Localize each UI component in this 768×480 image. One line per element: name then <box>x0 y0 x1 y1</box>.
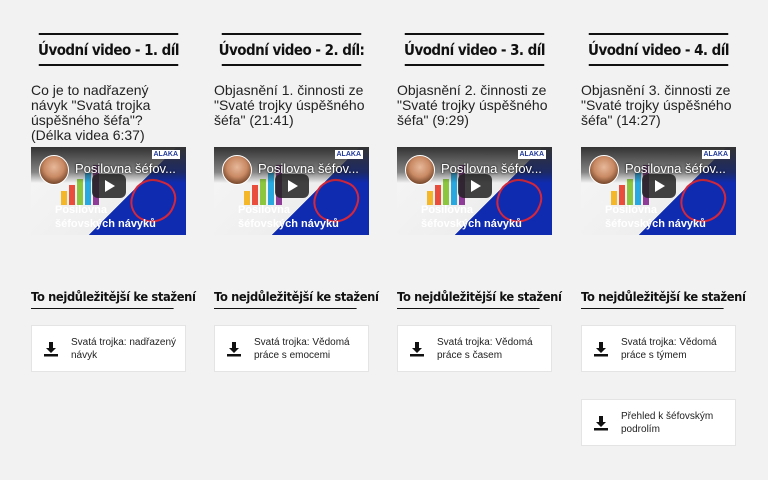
column-title: Úvodní video - 3. díl <box>404 33 546 66</box>
video-title[interactable]: Posilovna šéfov... <box>75 161 176 176</box>
column-title: Úvodní video - 2. díl: <box>219 33 365 66</box>
download-icon <box>410 341 424 356</box>
channel-avatar[interactable] <box>589 155 619 185</box>
video-title[interactable]: Posilovna šéfov... <box>625 161 726 176</box>
brand-logo: ALAKA <box>701 150 730 159</box>
download-icon <box>594 415 608 430</box>
video-banner: Posilovna šéfovských návyků <box>421 204 522 230</box>
channel-avatar[interactable] <box>39 155 69 185</box>
downloads-heading: To nejdůležitější ke stažení <box>397 289 562 309</box>
column-description: Objasnění 1. činnosti ze "Svaté trojky ú… <box>214 82 365 128</box>
column-description: Co je to nadřazený návyk "Svatá trojka ú… <box>31 82 151 143</box>
lesson-column-2: Úvodní video - 2. díl: Objasnění 1. činn… <box>214 33 379 372</box>
download-card[interactable]: Svatá trojka: Vědomá práce s emocemi <box>214 325 369 372</box>
download-card[interactable]: Svatá trojka: nadřazený návyk <box>31 325 186 372</box>
download-card[interactable]: Svatá trojka: Vědomá práce s časem <box>397 325 552 372</box>
play-icon[interactable] <box>275 174 309 198</box>
channel-avatar[interactable] <box>222 155 252 185</box>
video-banner: Posilovna šéfovských návyků <box>238 204 339 230</box>
brand-logo: ALAKA <box>334 150 363 159</box>
download-label: Svatá trojka: Vědomá práce s časem <box>437 336 533 361</box>
channel-avatar[interactable] <box>405 155 435 185</box>
video-player[interactable]: Posilovna šéfov... ALAKA Posilovna šéfov… <box>397 147 552 235</box>
downloads-heading: To nejdůležitější ke stažení <box>214 289 379 309</box>
download-label: Svatá trojka: Vědomá práce s týmem <box>621 336 717 361</box>
play-icon[interactable] <box>92 174 126 198</box>
downloads-heading: To nejdůležitější ke stažení <box>581 289 746 309</box>
download-label: Svatá trojka: nadřazený návyk <box>71 336 177 361</box>
download-icon <box>227 341 241 356</box>
video-title[interactable]: Posilovna šéfov... <box>258 161 359 176</box>
download-icon <box>44 341 58 356</box>
column-title: Úvodní video - 4. díl <box>588 33 730 66</box>
brand-logo: ALAKA <box>517 150 546 159</box>
downloads-heading: To nejdůležitější ke stažení <box>31 289 196 309</box>
column-description: Objasnění 3. činnosti ze "Svaté trojky ú… <box>581 82 732 128</box>
video-banner: Posilovna šéfovských návyků <box>605 204 706 230</box>
play-icon[interactable] <box>642 174 676 198</box>
column-description: Objasnění 2. činnosti ze "Svaté trojky ú… <box>397 82 548 128</box>
video-player[interactable]: Posilovna šéfov... ALAKA Posilovna šéfov… <box>581 147 736 235</box>
download-label: Přehled k šéfovským podrolím <box>621 410 714 435</box>
lesson-column-1: Úvodní video - 1. díl Co je to nadřazený… <box>31 33 196 372</box>
download-card[interactable]: Svatá trojka: Vědomá práce s týmem <box>581 325 736 372</box>
download-label: Svatá trojka: Vědomá práce s emocemi <box>254 336 350 361</box>
lesson-column-4: Úvodní video - 4. díl Objasnění 3. činno… <box>581 33 746 446</box>
lesson-column-3: Úvodní video - 3. díl Objasnění 2. činno… <box>397 33 562 372</box>
brand-logo: ALAKA <box>151 150 180 159</box>
play-icon[interactable] <box>458 174 492 198</box>
video-player[interactable]: Posilovna šéfov... ALAKA Posilovna šéfov… <box>214 147 369 235</box>
download-card[interactable]: Přehled k šéfovským podrolím <box>581 399 736 446</box>
download-icon <box>594 341 608 356</box>
video-player[interactable]: Posilovna šéfov... ALAKA Posilovna šéfov… <box>31 147 186 235</box>
video-title[interactable]: Posilovna šéfov... <box>441 161 542 176</box>
video-banner: Posilovna šéfovských návyků <box>55 204 156 230</box>
column-title: Úvodní video - 1. díl <box>38 33 180 66</box>
